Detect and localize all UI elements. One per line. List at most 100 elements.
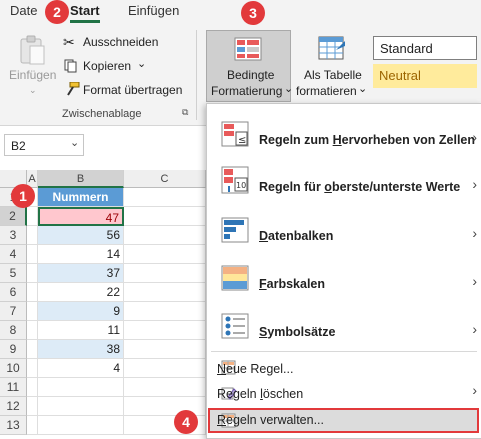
cell-a[interactable] [27, 378, 38, 397]
cell-a[interactable] [27, 340, 38, 359]
format-as-table-label-1[interactable]: Als Tabelle [304, 68, 362, 82]
cell-c[interactable] [124, 359, 206, 378]
dialog-launcher-icon[interactable]: ⧉ [182, 107, 188, 118]
format-as-table-label-2[interactable]: formatieren [296, 84, 357, 98]
top-bottom-rules-icon: 10 [221, 166, 251, 199]
cut-button[interactable]: Ausschneiden [83, 35, 158, 49]
submenu-chevron-icon: › [472, 225, 477, 241]
cell-c[interactable] [124, 245, 206, 264]
cell-c[interactable] [124, 321, 206, 340]
column-header-b[interactable]: B [38, 170, 124, 188]
tab-insert[interactable]: Einfügen [128, 3, 179, 18]
menu-item-data-bars[interactable]: Datenbalken › [207, 208, 481, 252]
value-cell[interactable]: 56 [38, 226, 124, 245]
cell-b[interactable] [38, 416, 124, 435]
cell-a[interactable] [27, 264, 38, 283]
step-badge-4: 4 [174, 410, 198, 434]
format-painter-button[interactable]: Format übertragen [83, 83, 182, 97]
row-header[interactable]: 6 [0, 283, 27, 302]
row-header[interactable]: 10 [0, 359, 27, 378]
cell-a[interactable] [27, 397, 38, 416]
submenu-chevron-icon: › [472, 321, 477, 337]
value-cell[interactable]: 22 [38, 283, 124, 302]
row-header[interactable]: 7 [0, 302, 27, 321]
cell-c[interactable] [124, 378, 206, 397]
cell-c[interactable] [124, 264, 206, 283]
cell-a[interactable] [27, 207, 38, 226]
cell-c[interactable] [124, 340, 206, 359]
header-cell-nummern[interactable]: Nummern [38, 188, 124, 207]
menu-item-highlight-cells[interactable]: ≤ Regeln zum Hervorheben von Zellen › [207, 112, 481, 156]
icon-sets-icon [221, 313, 251, 344]
clipboard-group-label: Zwischenablage [62, 108, 142, 120]
name-box-dropdown-icon[interactable]: ⌄ [70, 136, 79, 149]
menu-label-manage-rules: Regeln verwalten... [217, 413, 325, 427]
paste-button[interactable]: Einfügen [9, 68, 56, 82]
row-header[interactable]: 3 [0, 226, 27, 245]
group-separator [196, 30, 197, 120]
value-cell[interactable]: 9 [38, 302, 124, 321]
row-header[interactable]: 12 [0, 397, 27, 416]
menu-label-color-scales: Farbskalen [259, 277, 326, 291]
data-bars-icon [221, 217, 251, 248]
value-cell[interactable]: 37 [38, 264, 124, 283]
value-cell[interactable]: 4 [38, 359, 124, 378]
row-header[interactable]: 11 [0, 378, 27, 397]
cell-c[interactable] [124, 226, 206, 245]
cell-a[interactable] [27, 226, 38, 245]
tab-data[interactable]: Date [10, 3, 37, 18]
submenu-chevron-icon: › [472, 382, 477, 398]
cell-c[interactable] [124, 302, 206, 321]
format-as-table-icon[interactable] [318, 36, 346, 65]
value-cell[interactable]: 11 [38, 321, 124, 340]
submenu-chevron-icon: › [472, 273, 477, 289]
clipboard-icon[interactable] [18, 34, 48, 65]
cell-c[interactable] [124, 188, 206, 207]
tab-start[interactable]: Start [70, 3, 100, 18]
value-cell[interactable]: 47 [38, 207, 124, 226]
row-header[interactable]: 8 [0, 321, 27, 340]
value-cell[interactable]: 14 [38, 245, 124, 264]
cell-a[interactable] [27, 245, 38, 264]
step-badge-2: 2 [45, 0, 69, 24]
copy-button[interactable]: Kopieren [83, 59, 131, 73]
menu-label-top-bottom: Regeln für oberste/unterste Werte [259, 180, 461, 194]
style-neutral[interactable]: Neutral [373, 64, 477, 88]
row-header[interactable]: 13 [0, 416, 27, 435]
cell-b[interactable] [38, 378, 124, 397]
cell-a[interactable] [27, 321, 38, 340]
conditional-formatting-label-1: Bedingte [227, 68, 275, 82]
menu-label-new-rule-text: Neue Regel... [217, 362, 294, 376]
menu-item-top-bottom[interactable]: 10 Regeln für oberste/unterste Werte › [207, 158, 481, 202]
conditional-formatting-button[interactable]: Bedingte Formatierung ⌄ [206, 30, 294, 102]
chevron-down-icon: ⌄ [284, 83, 294, 95]
format-as-table-dropdown-icon[interactable]: ⌄ [358, 82, 367, 95]
cell-a[interactable] [27, 416, 38, 435]
column-header-c[interactable]: C [124, 170, 206, 188]
conditional-formatting-menu: ≤ Regeln zum Hervorheben von Zellen › 10… [206, 103, 481, 439]
style-standard[interactable]: Standard [373, 36, 477, 60]
menu-label-clear-rules: Regeln löschen [217, 387, 304, 401]
row-header[interactable]: 4 [0, 245, 27, 264]
menu-item-color-scales[interactable]: Farbskalen › [207, 256, 481, 300]
row-header[interactable]: 2 [0, 207, 27, 226]
svg-text:≤: ≤ [238, 135, 246, 146]
copy-icon [64, 59, 78, 76]
active-tab-indicator [70, 20, 100, 23]
conditional-formatting-label-2: Formatierung [211, 84, 283, 98]
copy-dropdown-icon[interactable]: ⌄ [137, 57, 146, 70]
menu-label-icon-sets: Symbolsätze [259, 325, 336, 339]
cell-a[interactable] [27, 302, 38, 321]
submenu-chevron-icon: › [472, 129, 477, 145]
cell-a[interactable] [27, 359, 38, 378]
cell-a[interactable] [27, 283, 38, 302]
menu-item-icon-sets[interactable]: Symbolsätze › [207, 304, 481, 348]
paste-dropdown-icon[interactable]: ⌄ [29, 85, 37, 96]
value-cell[interactable]: 38 [38, 340, 124, 359]
conditional-formatting-icon [234, 37, 262, 64]
cell-c[interactable] [124, 283, 206, 302]
cell-b[interactable] [38, 397, 124, 416]
row-header[interactable]: 9 [0, 340, 27, 359]
row-header[interactable]: 5 [0, 264, 27, 283]
cell-c[interactable] [124, 207, 206, 226]
